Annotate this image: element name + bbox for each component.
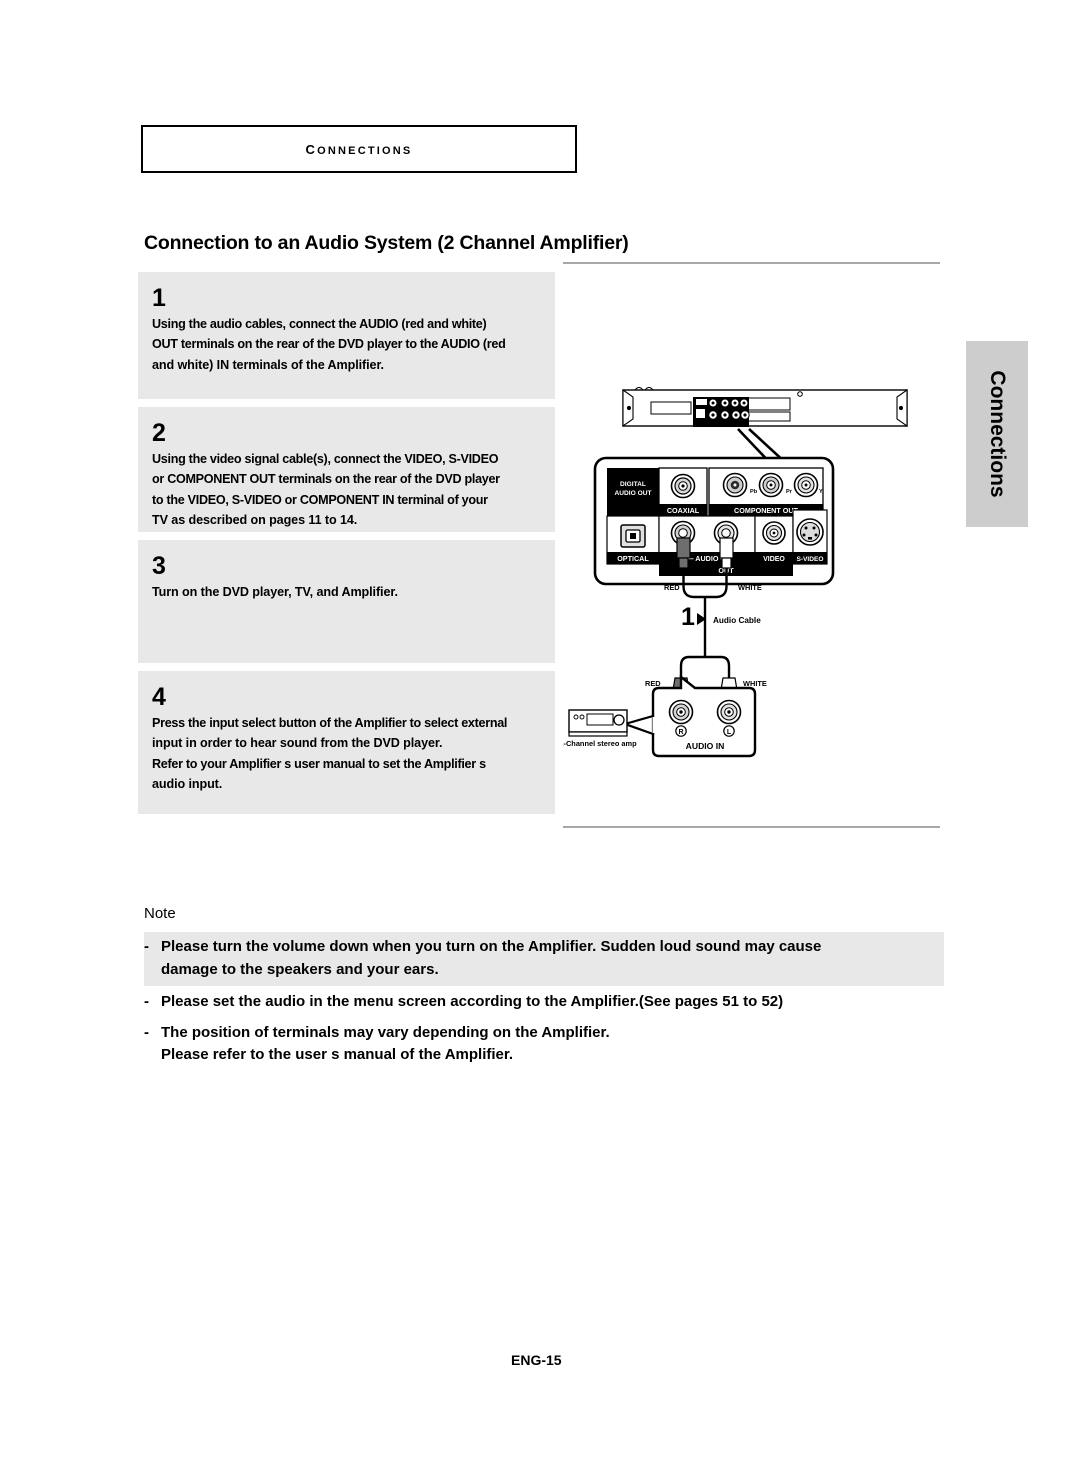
amplifier-device-icon: 2-Channel stereo amp xyxy=(563,709,637,748)
step-line: to the VIDEO, S-VIDEO or COMPONENT IN te… xyxy=(152,492,488,507)
plug-white-out xyxy=(719,537,734,569)
plug-red-out xyxy=(676,537,691,569)
label-jack-left: L xyxy=(727,729,732,736)
label-video: VIDEO xyxy=(763,556,785,563)
label-amp-caption: 2-Channel stereo amp xyxy=(563,739,637,748)
section-title: Connection to an Audio System (2 Channel… xyxy=(144,232,629,254)
rear-connector-panel-detail: DIGITAL AUDIO OUT COAXIAL Pb Pr Y COMPON… xyxy=(593,456,835,586)
label-s-video: S-VIDEO xyxy=(796,556,823,563)
note-item: - Please set the audio in the menu scree… xyxy=(144,986,944,1017)
step-number: 4 xyxy=(152,683,166,711)
note-bullet-dash: - xyxy=(144,993,149,1010)
step-line: input in order to hear sound from the DV… xyxy=(152,736,443,751)
step-line: Refer to your Amplifier s user manual to… xyxy=(152,756,486,771)
label-component-y: Y xyxy=(819,489,823,495)
label-out-red: RED xyxy=(664,583,680,592)
note-line: Please set the audio in the menu screen … xyxy=(161,993,784,1010)
note-heading: Note xyxy=(144,905,176,922)
divider-rule-bottom xyxy=(563,826,940,828)
label-digital-audio-out-line1: DIGITAL xyxy=(620,481,646,488)
label-audio-cable: Audio Cable xyxy=(713,616,761,625)
step-line: Using the audio cables, connect the AUDI… xyxy=(152,317,487,331)
step-line: and white) IN terminals of the Amplifier… xyxy=(152,357,384,372)
label-digital-audio-out-line2: AUDIO OUT xyxy=(615,490,652,497)
coaxial-jack-icon xyxy=(670,473,696,499)
step-line: Using the video signal cable(s), connect… xyxy=(152,452,499,466)
step-number: 1 xyxy=(152,284,166,312)
note-line: The position of terminals may vary depen… xyxy=(161,1023,610,1041)
step-line: or COMPONENT OUT terminals on the rear o… xyxy=(152,472,500,487)
label-optical: OPTICAL xyxy=(617,554,649,563)
note-item: - The position of terminals may vary dep… xyxy=(144,1017,944,1070)
divider-rule-top xyxy=(563,262,940,264)
step-item-4: 4 Press the input select button of the A… xyxy=(138,671,555,814)
optical-jack-icon xyxy=(620,524,646,548)
note-item-text: Please set the audio in the menu screen … xyxy=(161,991,783,1014)
side-tab-connections: Connections xyxy=(966,341,1028,527)
step-number: 3 xyxy=(152,552,166,580)
steps-list: 1 Using the audio cables, connect the AU… xyxy=(138,272,555,814)
label-out-white: WHITE xyxy=(738,583,762,592)
manual-page: Connections Connection to an Audio Syste… xyxy=(0,0,1080,1482)
rear-jack-cluster-mini xyxy=(693,397,750,427)
step-line: Turn on the DVD player, TV, and Amplifie… xyxy=(152,585,398,599)
label-jack-right: R xyxy=(678,729,683,736)
video-jack-icon xyxy=(762,521,786,545)
note-bullet-dash: - xyxy=(144,1023,149,1041)
dvd-player-rear-chassis xyxy=(622,387,908,428)
amplifier-audio-in-box: R L AUDIO IN xyxy=(621,674,757,758)
note-line: Please refer to the user s manual of the… xyxy=(161,1046,514,1063)
step-text: Using the audio cables, connect the AUDI… xyxy=(138,314,555,375)
label-component-pb: Pb xyxy=(750,489,758,495)
step-item-1: 1 Using the audio cables, connect the AU… xyxy=(138,272,555,399)
note-item-text: Please turn the volume down when you tur… xyxy=(161,936,821,981)
note-block: Note - Please turn the volume down when … xyxy=(144,905,944,1070)
label-coaxial: COAXIAL xyxy=(667,506,700,515)
label-in-red: RED xyxy=(645,679,661,688)
side-tab-label: Connections xyxy=(986,370,1009,498)
step-line: TV as described on pages 11 to 14. xyxy=(152,513,358,528)
step-line: OUT terminals on the rear of the DVD pla… xyxy=(152,337,506,352)
s-video-jack-icon xyxy=(796,518,824,546)
connection-diagram: DIGITAL AUDIO OUT COAXIAL Pb Pr Y COMPON… xyxy=(563,387,908,758)
note-item: - Please turn the volume down when you t… xyxy=(144,932,944,986)
step-line: audio input. xyxy=(152,777,223,792)
label-audio-in: AUDIO IN xyxy=(686,741,725,751)
note-bullet-dash: - xyxy=(144,938,149,955)
component-out-jacks: Pb Pr Y xyxy=(722,472,823,498)
note-item-text: The position of terminals may vary depen… xyxy=(161,1022,610,1067)
step-item-3: 3 Turn on the DVD player, TV, and Amplif… xyxy=(138,540,555,663)
cable-step-marker: 1 xyxy=(681,603,695,631)
step-line: Press the input select button of the Amp… xyxy=(152,716,508,730)
label-in-white: WHITE xyxy=(743,679,767,688)
step-item-2: 2 Using the video signal cable(s), conne… xyxy=(138,407,555,532)
step-number: 2 xyxy=(152,419,166,447)
page-footer: ENG-15 xyxy=(511,1352,562,1368)
chapter-header-box: Connections xyxy=(141,125,577,173)
label-component-out: COMPONENT OUT xyxy=(734,506,798,515)
note-line: damage to the speakers and your ears. xyxy=(161,960,439,978)
label-component-pr: Pr xyxy=(786,489,793,495)
step-text: Using the video signal cable(s), connect… xyxy=(138,449,555,531)
step-text: Press the input select button of the Amp… xyxy=(138,713,555,795)
chapter-header-label: Connections xyxy=(305,138,413,159)
step-text: Turn on the DVD player, TV, and Amplifie… xyxy=(138,582,555,602)
note-line: Please turn the volume down when you tur… xyxy=(161,938,822,955)
diagram-column: DIGITAL AUDIO OUT COAXIAL Pb Pr Y COMPON… xyxy=(563,262,940,832)
